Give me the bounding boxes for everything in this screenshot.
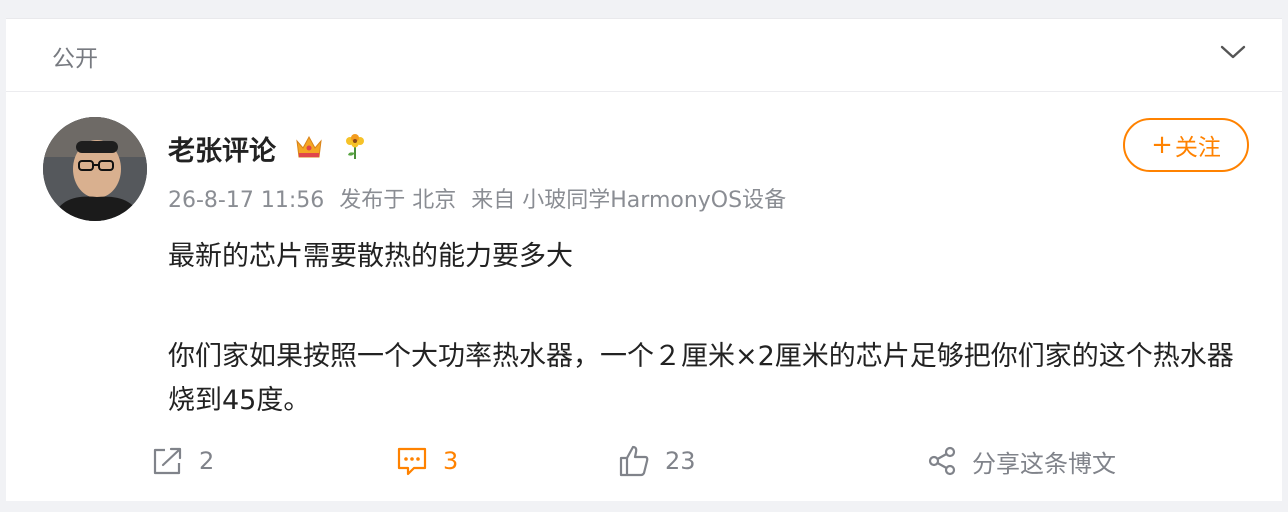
post-meta: 26-8-17 11:56 发布于 北京 来自 小玻同学HarmonyOS设备 xyxy=(168,182,794,214)
repost-count: 2 xyxy=(199,447,215,475)
share-label: 分享这条博文 xyxy=(972,449,1116,478)
thumbs-up-icon xyxy=(619,445,649,477)
post-card: 公开 老张评论 26-8-17 11:56 发布于 北京 来自 小玻同学Harm… xyxy=(6,18,1282,501)
repost-icon xyxy=(153,447,182,475)
follow-button[interactable]: + 关注 xyxy=(1123,118,1249,172)
comment-count: 3 xyxy=(443,447,459,475)
share-icon xyxy=(928,446,956,476)
flower-icon xyxy=(342,133,368,161)
avatar[interactable] xyxy=(43,117,147,221)
crown-icon xyxy=(294,133,324,161)
comment-icon xyxy=(397,447,427,476)
like-count: 23 xyxy=(665,447,696,475)
comment-button[interactable]: 3 xyxy=(395,439,458,483)
action-bar: 2 3 23 分享这条博文 xyxy=(6,439,1282,483)
post-datetime[interactable]: 26-8-17 11:56 xyxy=(168,188,324,213)
visibility-bar: 公开 xyxy=(6,19,1282,92)
post-paragraph: 你们家如果按照一个大功率热水器，一个２厘米×2厘米的芯片足够把你们家的这个热水器… xyxy=(168,341,1234,416)
visibility-label: 公开 xyxy=(52,46,98,72)
chevron-down-icon[interactable] xyxy=(1218,41,1248,63)
repost-button[interactable]: 2 xyxy=(151,439,214,483)
post-location: 发布于 北京 xyxy=(339,188,457,213)
post-paragraph: 最新的芯片需要散热的能力要多大 xyxy=(168,241,573,272)
follow-label: 关注 xyxy=(1174,135,1221,161)
plus-icon: + xyxy=(1151,130,1173,160)
post-source: 来自 小玻同学HarmonyOS设备 xyxy=(471,188,787,213)
like-button[interactable]: 23 xyxy=(617,439,696,483)
share-button[interactable]: 分享这条博文 xyxy=(926,439,1116,483)
author-name[interactable]: 老张评论 xyxy=(168,129,276,168)
post-content: 最新的芯片需要散热的能力要多大 你们家如果按照一个大功率热水器，一个２厘米×2厘… xyxy=(168,235,1238,423)
